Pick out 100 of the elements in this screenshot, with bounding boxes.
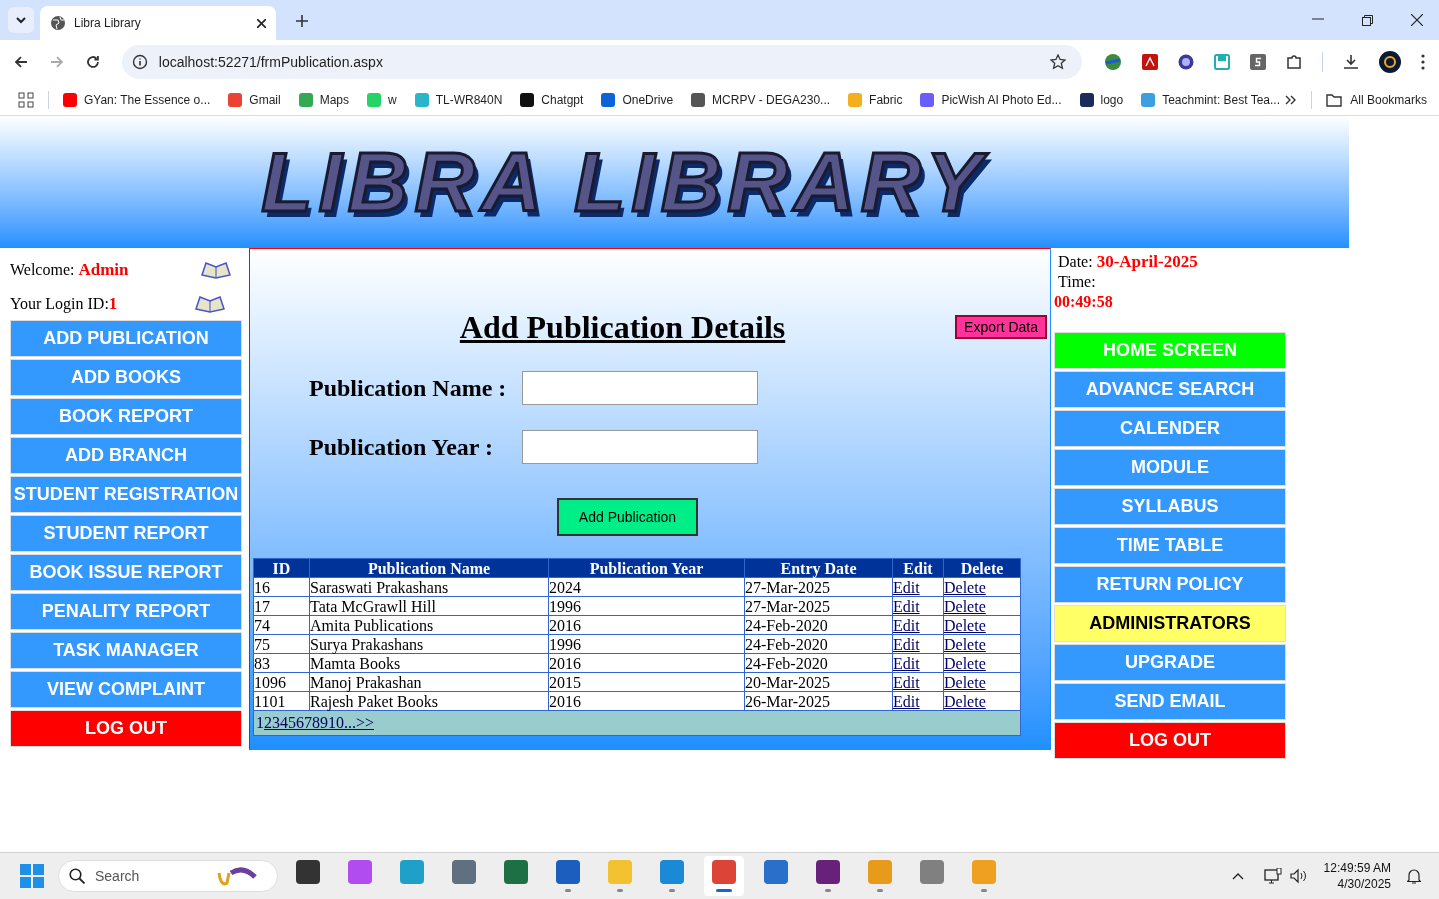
network-icon[interactable]: [1263, 868, 1282, 884]
table-cell: 24-Feb-2020: [744, 653, 893, 673]
page-link[interactable]: ...: [344, 711, 356, 735]
clock-date[interactable]: 4/30/2025: [1337, 876, 1391, 892]
page-link[interactable]: 7: [304, 711, 312, 735]
bookmark-link[interactable]: Chatgpt: [520, 90, 584, 109]
page-heading: Add Publication Details: [459, 308, 786, 347]
bookmark-link[interactable]: Gmail: [228, 90, 281, 109]
star-icon[interactable]: [1050, 54, 1066, 70]
save-extension-icon[interactable]: [1214, 54, 1230, 70]
page-link[interactable]: 9: [320, 711, 328, 735]
table-cell: 24-Feb-2020: [744, 615, 893, 635]
field-label: Publication Year :: [309, 433, 494, 462]
close-icon[interactable]: [1411, 14, 1423, 26]
taskbar-app-button[interactable]: [704, 856, 744, 896]
address-bar[interactable]: localhost:52271/frmPublication.aspx: [121, 45, 1082, 79]
extension-circle-icon[interactable]: [1178, 54, 1194, 70]
close-icon[interactable]: [257, 18, 266, 28]
page-link[interactable]: 2: [264, 711, 272, 735]
download-icon[interactable]: [1343, 54, 1359, 70]
page-link[interactable]: 10: [328, 711, 344, 735]
search-icon: [69, 868, 85, 884]
extension-s-icon[interactable]: [1250, 54, 1266, 70]
add-publication-button[interactable]: Add Publication: [557, 498, 698, 536]
menu-button[interactable]: ADMINISTRATORS: [1054, 605, 1286, 642]
bookmark-link[interactable]: Teachmint: Best Tea...: [1141, 90, 1281, 109]
bookmark-link[interactable]: Fabric: [848, 90, 903, 109]
column-header: Publication Year: [548, 558, 745, 578]
table-cell: 27-Mar-2025: [744, 577, 893, 597]
text-input-field[interactable]: [522, 430, 758, 464]
table-cell: 75: [253, 634, 310, 654]
table-cell: Mamta Books: [309, 653, 549, 673]
page-link[interactable]: 3: [272, 711, 280, 735]
bookmark-link[interactable]: w: [367, 90, 397, 109]
table-cell: Amita Publications: [309, 615, 549, 635]
table-cell: 2024: [548, 577, 745, 597]
taskbar-search-box[interactable]: Search: [58, 860, 278, 892]
page-link[interactable]: 6: [296, 711, 304, 735]
column-header: Entry Date: [744, 558, 893, 578]
menu-button[interactable]: LOG OUT: [10, 710, 242, 747]
table-cell: 2016: [548, 691, 745, 711]
table-cell: 2016: [548, 653, 745, 673]
bookmark-link[interactable]: MCRPV - DEGA230...: [691, 90, 831, 109]
bookmark-link[interactable]: PicWish AI Photo Ed...: [920, 90, 1062, 109]
page-link[interactable]: 4: [280, 711, 288, 735]
table-cell: 74: [253, 615, 310, 635]
folder-icon[interactable]: [1326, 92, 1343, 107]
bookmark-link[interactable]: OneDrive: [601, 90, 674, 109]
login-id-text: Your Login ID:1: [10, 293, 118, 316]
chevron-double-right-icon[interactable]: [1285, 94, 1298, 105]
page-link[interactable]: 8: [312, 711, 320, 735]
table-cell: Saraswati Prakashans: [309, 577, 549, 597]
column-header: Publication Name: [309, 558, 549, 578]
pdf-extension-icon[interactable]: [1142, 54, 1158, 70]
new-tab-icon[interactable]: [296, 15, 308, 27]
bell-icon[interactable]: [1407, 868, 1421, 884]
bookmark-link[interactable]: GYan: The Essence o...: [63, 90, 211, 109]
tab-list-button[interactable]: [8, 7, 34, 33]
column-header: ID: [253, 558, 310, 578]
table-cell: 1996: [548, 596, 745, 616]
speaker-icon[interactable]: [1289, 868, 1308, 884]
back-icon[interactable]: [14, 55, 28, 69]
info-icon[interactable]: [131, 54, 148, 70]
reload-icon[interactable]: [85, 55, 100, 69]
clock-time[interactable]: 12:49:59 AM: [1323, 860, 1391, 876]
menu-icon[interactable]: [1421, 54, 1425, 70]
taskbar-search-field[interactable]: Search: [95, 865, 215, 887]
page-link[interactable]: 1: [256, 711, 264, 735]
time-label: Time:: [1058, 272, 1097, 292]
table-cell: 1096: [253, 672, 310, 692]
windows-start-icon[interactable]: [20, 864, 44, 888]
library-logo: LIBRA LIBRARY: [261, 134, 988, 231]
bookmark-link[interactable]: TL-WR840N: [414, 90, 503, 109]
text-input-field[interactable]: [522, 371, 758, 405]
table-cell: 16: [253, 577, 310, 597]
chevron-down-icon: [15, 16, 27, 24]
table-cell: 26-Mar-2025: [744, 691, 893, 711]
table-cell: Manoj Prakashan: [309, 672, 549, 692]
profile-avatar-icon[interactable]: [1379, 51, 1401, 73]
table-cell: Tata McGrawll Hill: [309, 596, 549, 616]
page-link[interactable]: >>: [356, 711, 375, 735]
date-text: Date: 30-April-2025: [1058, 252, 1199, 272]
menu-button[interactable]: LOG OUT: [1054, 722, 1286, 759]
table-cell: 2015: [548, 672, 745, 692]
apps-grid-icon[interactable]: [18, 91, 34, 108]
table-cell: 1101: [253, 691, 310, 711]
bookmark-link[interactable]: logo: [1079, 90, 1124, 109]
restore-icon[interactable]: [1362, 15, 1373, 26]
export-data-button[interactable]: Export Data: [955, 315, 1047, 339]
table-cell: Surya Prakashans: [309, 634, 549, 654]
bookmark-link[interactable]: Maps: [298, 90, 349, 109]
chevron-up-icon[interactable]: [1231, 872, 1244, 880]
browser-tab[interactable]: Libra Library: [40, 6, 276, 40]
column-header: Edit: [892, 558, 944, 578]
page-link[interactable]: 5: [288, 711, 296, 735]
all-bookmarks-link[interactable]: All Bookmarks: [1350, 90, 1427, 109]
book-icon: [194, 295, 226, 313]
extension-globe-icon[interactable]: [1104, 53, 1122, 71]
table-cell: 2016: [548, 615, 745, 635]
clock-time: 00:49:58: [1054, 292, 1114, 312]
